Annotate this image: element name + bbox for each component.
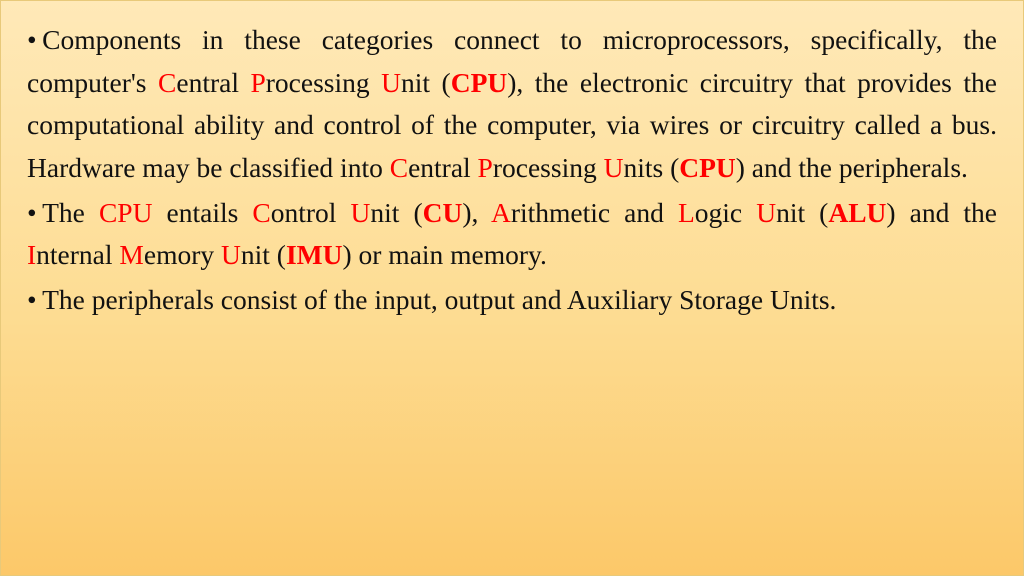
bullet-paragraph-1: •Components in these categories connect … — [27, 19, 997, 190]
bullet-icon: • — [27, 19, 42, 62]
abbr-cpu: CPU — [99, 197, 153, 228]
text: nits ( — [623, 152, 679, 183]
text: nternal — [36, 239, 119, 270]
text: nit ( — [370, 197, 422, 228]
text: nit ( — [776, 197, 828, 228]
text: ) and the — [886, 197, 997, 228]
red-letter: U — [756, 197, 776, 228]
red-letter: P — [250, 67, 265, 98]
text: nit ( — [241, 239, 286, 270]
text: ) and the peripherals. — [736, 152, 968, 183]
red-letter: C — [252, 197, 270, 228]
red-letter: C — [158, 67, 176, 98]
text: entral — [176, 67, 250, 98]
red-letter: U — [350, 197, 370, 228]
red-letter: U — [381, 67, 401, 98]
text: ) or main memory. — [342, 239, 546, 270]
red-letter: I — [27, 239, 36, 270]
text: The peripherals consist of the input, ou… — [42, 284, 836, 315]
text: entral — [408, 152, 477, 183]
bullet-icon: • — [27, 279, 42, 322]
red-letter: C — [390, 152, 408, 183]
abbr-imu: IMU — [286, 239, 343, 270]
red-letter: L — [678, 197, 695, 228]
text: emory — [144, 239, 221, 270]
abbr-cu: CU — [423, 197, 463, 228]
text: entails — [152, 197, 252, 228]
text: ogic — [695, 197, 756, 228]
abbr-alu: ALU — [828, 197, 886, 228]
red-letter: U — [221, 239, 241, 270]
abbr-cpu: CPU — [679, 152, 736, 183]
text: rocessing — [493, 152, 604, 183]
red-letter: A — [491, 197, 511, 228]
text: rocessing — [266, 67, 381, 98]
bullet-paragraph-2: •The CPU entails Control Unit (CU), Arit… — [27, 192, 997, 277]
text: ontrol — [271, 197, 351, 228]
red-letter: M — [119, 239, 143, 270]
bullet-paragraph-3: •The peripherals consist of the input, o… — [27, 279, 997, 322]
bullet-icon: • — [27, 192, 42, 235]
red-letter: P — [478, 152, 493, 183]
text: rithmetic and — [511, 197, 678, 228]
text: The — [42, 197, 99, 228]
text: nit ( — [401, 67, 451, 98]
abbr-cpu: CPU — [451, 67, 508, 98]
text: ), — [462, 197, 491, 228]
red-letter: U — [604, 152, 624, 183]
